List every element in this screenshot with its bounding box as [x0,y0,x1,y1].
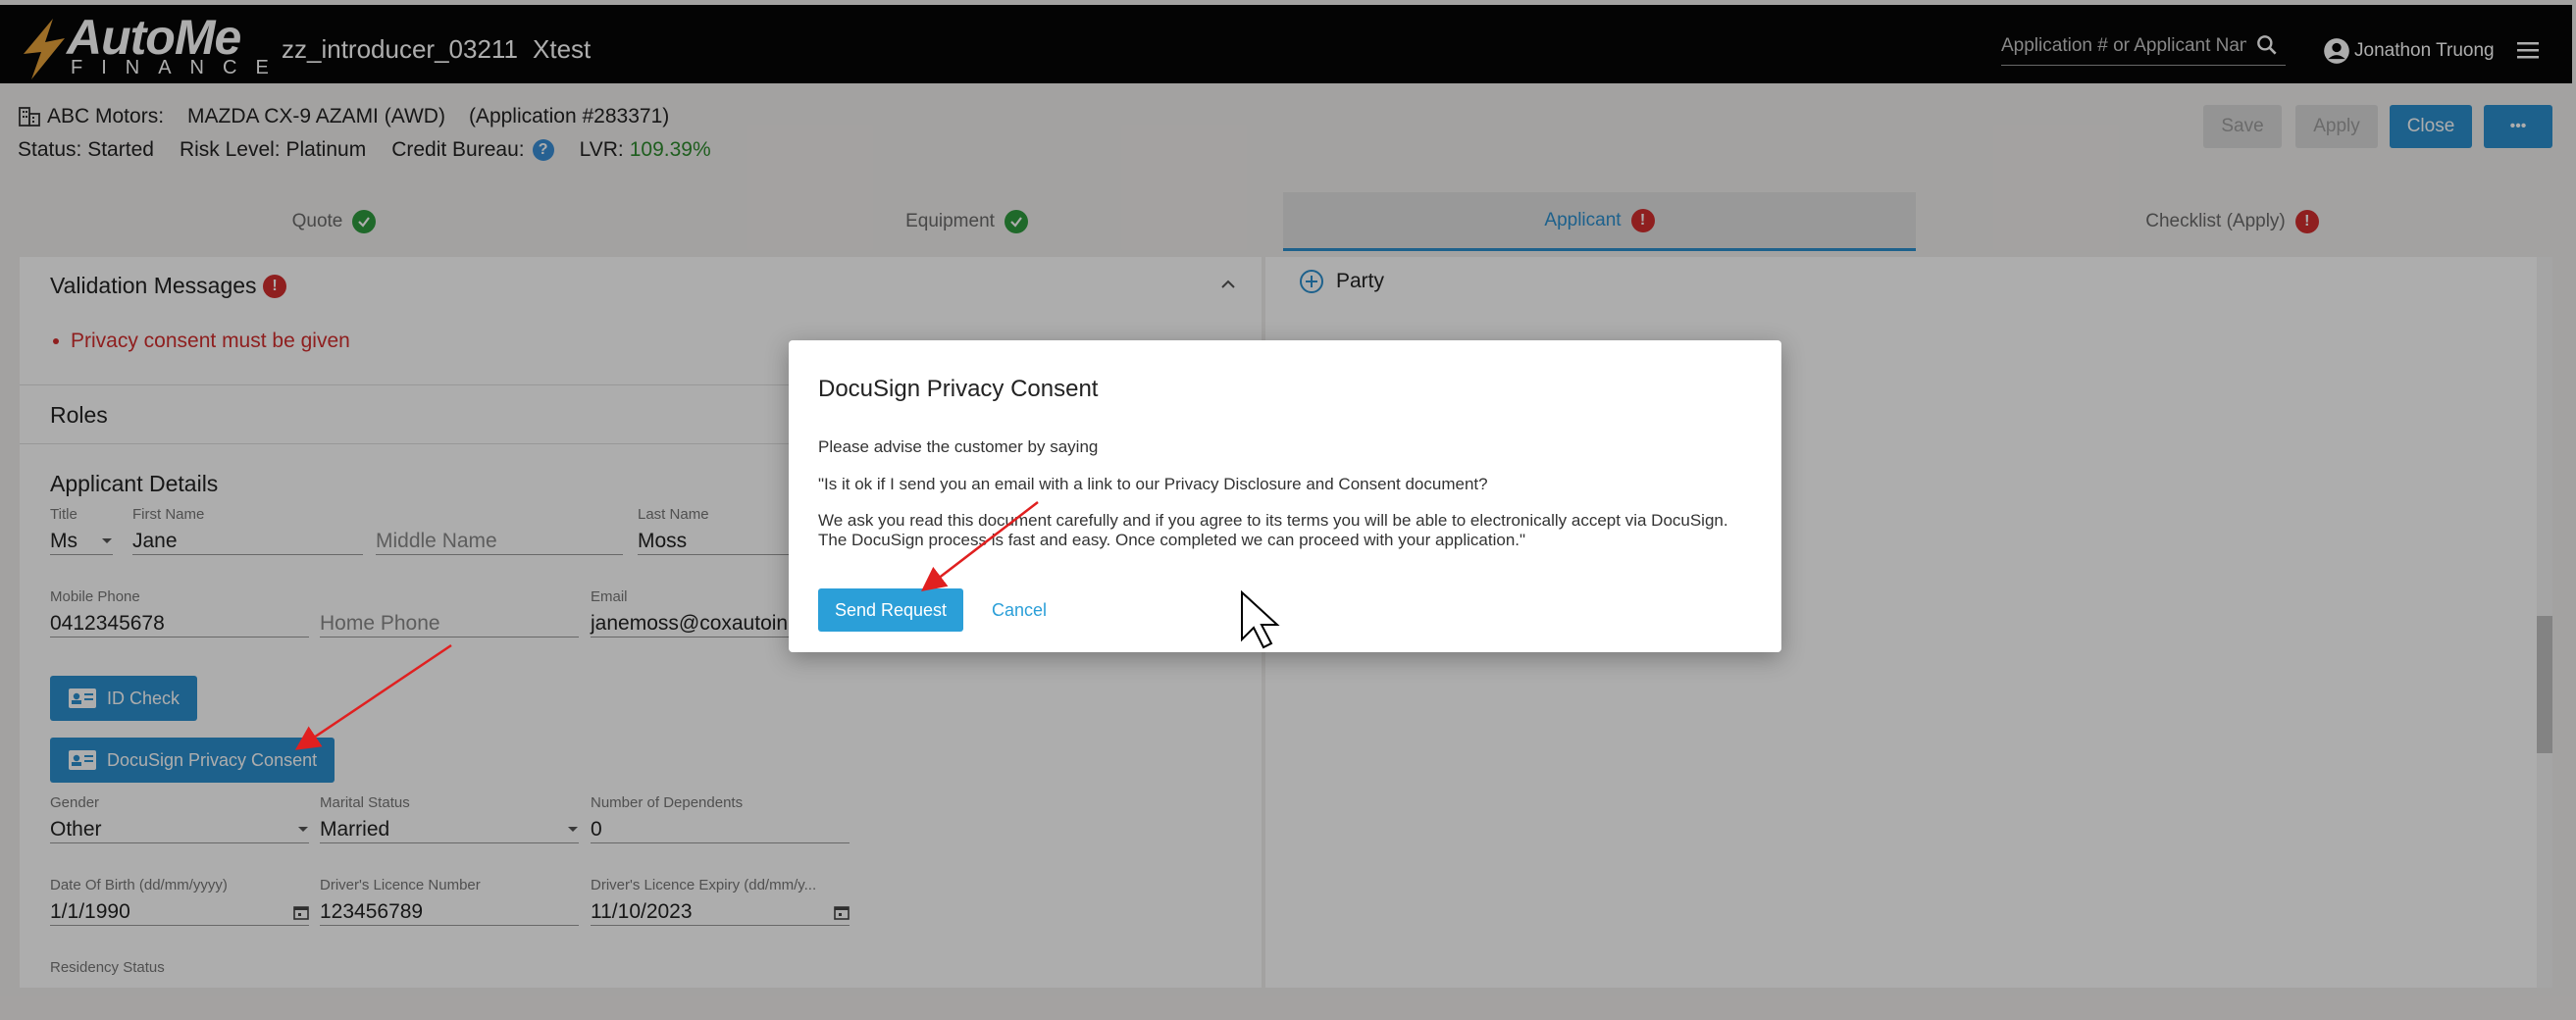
send-request-button[interactable]: Send Request [818,588,963,632]
dialog-instruction: Please advise the customer by saying [818,437,1099,456]
cancel-button[interactable]: Cancel [992,588,1047,632]
dialog-question: "Is it ok if I send you an email with a … [818,475,1488,493]
dialog-title: DocuSign Privacy Consent [818,376,1099,402]
docusign-consent-dialog: DocuSign Privacy Consent Please advise t… [789,340,1781,652]
dialog-explanation: We ask you read this document carefully … [818,511,1728,549]
